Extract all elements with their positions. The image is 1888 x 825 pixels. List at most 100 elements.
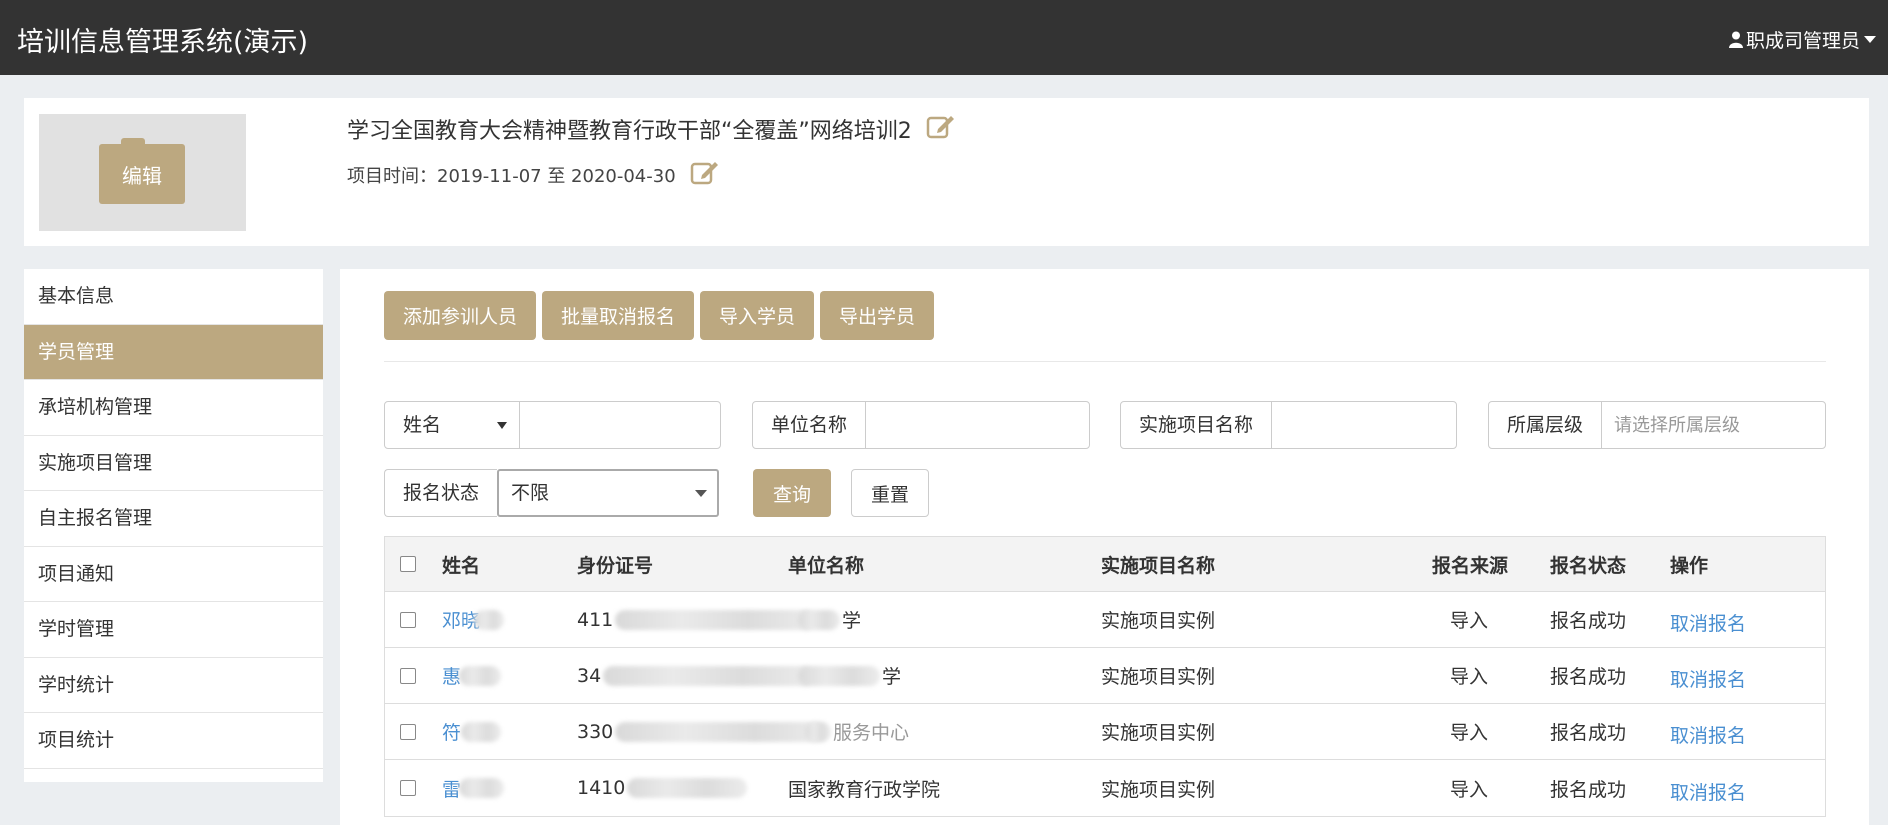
redaction	[798, 609, 840, 630]
edit-title-icon[interactable]	[926, 113, 956, 145]
header-project: 实施项目名称	[1101, 554, 1216, 577]
main-panel: 添加参训人员 批量取消报名 导入学员 导出学员 姓名 单位名称 实施项目名称 所…	[340, 269, 1869, 825]
project-name: 实施项目实例	[1101, 610, 1216, 632]
students-table: 姓名 身份证号 单位名称 实施项目名称 报名来源 报名状态 操作 邓晓 411 …	[384, 536, 1826, 817]
header-unit: 单位名称	[788, 554, 865, 577]
redaction	[603, 665, 814, 686]
name-field-select-value: 姓名	[403, 414, 442, 436]
unit-filter: 单位名称	[752, 401, 1090, 449]
unit-input[interactable]	[866, 402, 1089, 448]
redaction	[615, 721, 826, 742]
level-filter: 所属层级	[1488, 401, 1826, 449]
sidebar-item-hours-management[interactable]: 学时管理	[24, 602, 323, 658]
query-button[interactable]: 查询	[753, 469, 831, 517]
select-all-checkbox[interactable]	[400, 556, 416, 572]
sidebar: 基本信息 学员管理 承培机构管理 实施项目管理 自主报名管理 项目通知 学时管理…	[24, 269, 323, 782]
edit-thumbnail-button[interactable]: 编辑	[99, 144, 185, 204]
project-thumbnail: 编辑	[39, 114, 246, 231]
project-header: 编辑 学习全国教育大会精神暨教育行政干部“全覆盖”网络培训2 项目时间：2019…	[24, 98, 1869, 246]
cancel-registration-link[interactable]: 取消报名	[1670, 665, 1746, 692]
chevron-down-icon	[497, 422, 507, 429]
header-source: 报名来源	[1432, 554, 1509, 577]
level-input[interactable]	[1602, 402, 1825, 448]
project-label: 实施项目名称	[1121, 402, 1273, 448]
batch-cancel-button[interactable]: 批量取消报名	[542, 291, 695, 340]
status-label: 报名状态	[384, 469, 498, 517]
toolbar: 添加参训人员 批量取消报名 导入学员 导出学员	[384, 291, 940, 340]
cancel-registration-link[interactable]: 取消报名	[1670, 609, 1746, 636]
user-name: 职成司管理员	[1745, 30, 1860, 52]
unit-name: 国家教育行政学院	[788, 778, 941, 801]
chevron-down-icon	[695, 490, 708, 497]
sidebar-item-self-registration[interactable]: 自主报名管理	[24, 491, 323, 547]
redaction	[805, 721, 831, 742]
app-title: 培训信息管理系统(演示)	[17, 27, 309, 58]
name-filter: 姓名	[384, 401, 721, 449]
student-name-link[interactable]: 符	[442, 718, 461, 745]
redaction	[615, 609, 816, 630]
export-students-button[interactable]: 导出学员	[820, 291, 935, 340]
source: 导入	[1450, 778, 1489, 801]
sidebar-item-hours-statistics[interactable]: 学时统计	[24, 658, 323, 713]
sidebar-item-project-statistics[interactable]: 项目统计	[24, 713, 323, 769]
table-row: 符 330 服务中心 实施项目实例 导入 报名成功 取消报名	[385, 704, 1825, 760]
project-name: 实施项目实例	[1101, 666, 1216, 688]
redaction	[459, 778, 505, 798]
unit-name: 服务中心	[833, 722, 910, 744]
redaction	[459, 665, 502, 686]
project-title: 学习全国教育大会精神暨教育行政干部“全覆盖”网络培训2	[347, 113, 956, 145]
unit-name: 学	[882, 666, 902, 688]
status-filter: 报名状态 不限	[384, 469, 720, 517]
project-name: 实施项目实例	[1101, 778, 1216, 801]
row-checkbox[interactable]	[400, 723, 416, 740]
project-filter: 实施项目名称	[1120, 401, 1457, 449]
header-name: 姓名	[442, 554, 481, 577]
caret-down-icon	[1864, 36, 1876, 43]
sidebar-item-institution-management[interactable]: 承培机构管理	[24, 380, 323, 436]
row-checkbox[interactable]	[400, 780, 416, 796]
project-input[interactable]	[1272, 402, 1456, 448]
id-number: 1410	[577, 777, 626, 799]
source: 导入	[1450, 666, 1489, 688]
sidebar-item-project-notice[interactable]: 项目通知	[24, 547, 323, 602]
id-number: 411	[577, 608, 614, 631]
name-input[interactable]	[520, 402, 720, 448]
status: 报名成功	[1550, 722, 1627, 744]
row-checkbox[interactable]	[400, 667, 416, 684]
status-select-value: 不限	[511, 482, 550, 504]
user-menu[interactable]: 职成司管理员	[1728, 26, 1876, 53]
project-name: 实施项目实例	[1101, 722, 1216, 744]
divider	[384, 361, 1826, 362]
top-navbar: 培训信息管理系统(演示) 职成司管理员	[0, 0, 1888, 75]
edit-time-icon[interactable]	[690, 159, 720, 190]
cancel-registration-link[interactable]: 取消报名	[1670, 778, 1746, 805]
status: 报名成功	[1550, 610, 1627, 632]
status-select[interactable]: 不限	[497, 469, 720, 517]
project-title-text: 学习全国教育大会精神暨教育行政干部“全覆盖”网络培训2	[347, 119, 912, 144]
project-time-text: 项目时间：2019-11-07 至 2020-04-30	[347, 165, 676, 187]
sidebar-item-student-management[interactable]: 学员管理	[24, 324, 323, 380]
header-status: 报名状态	[1550, 554, 1627, 577]
redaction	[798, 665, 880, 686]
id-number: 34	[577, 664, 602, 687]
redaction	[461, 721, 502, 742]
reset-button[interactable]: 重置	[851, 469, 929, 517]
sidebar-item-basic-info[interactable]: 基本信息	[24, 269, 323, 325]
id-number: 330	[577, 720, 614, 743]
header-action: 操作	[1670, 554, 1709, 577]
source: 导入	[1450, 610, 1489, 632]
import-students-button[interactable]: 导入学员	[700, 291, 815, 340]
source: 导入	[1450, 722, 1489, 744]
table-header: 姓名 身份证号 单位名称 实施项目名称 报名来源 报名状态 操作	[385, 537, 1825, 592]
name-field-select[interactable]: 姓名	[385, 402, 520, 448]
redaction	[627, 778, 748, 798]
add-participant-button[interactable]: 添加参训人员	[384, 291, 537, 340]
sidebar-item-project-implementation[interactable]: 实施项目管理	[24, 436, 323, 491]
table-row: 雷 1410 国家教育行政学院 实施项目实例 导入 报名成功 取消报名	[385, 760, 1825, 816]
cancel-registration-link[interactable]: 取消报名	[1670, 721, 1746, 748]
status: 报名成功	[1550, 666, 1627, 688]
level-label: 所属层级	[1489, 402, 1603, 448]
row-checkbox[interactable]	[400, 611, 416, 628]
project-time: 项目时间：2019-11-07 至 2020-04-30	[347, 159, 720, 190]
status: 报名成功	[1550, 778, 1627, 801]
